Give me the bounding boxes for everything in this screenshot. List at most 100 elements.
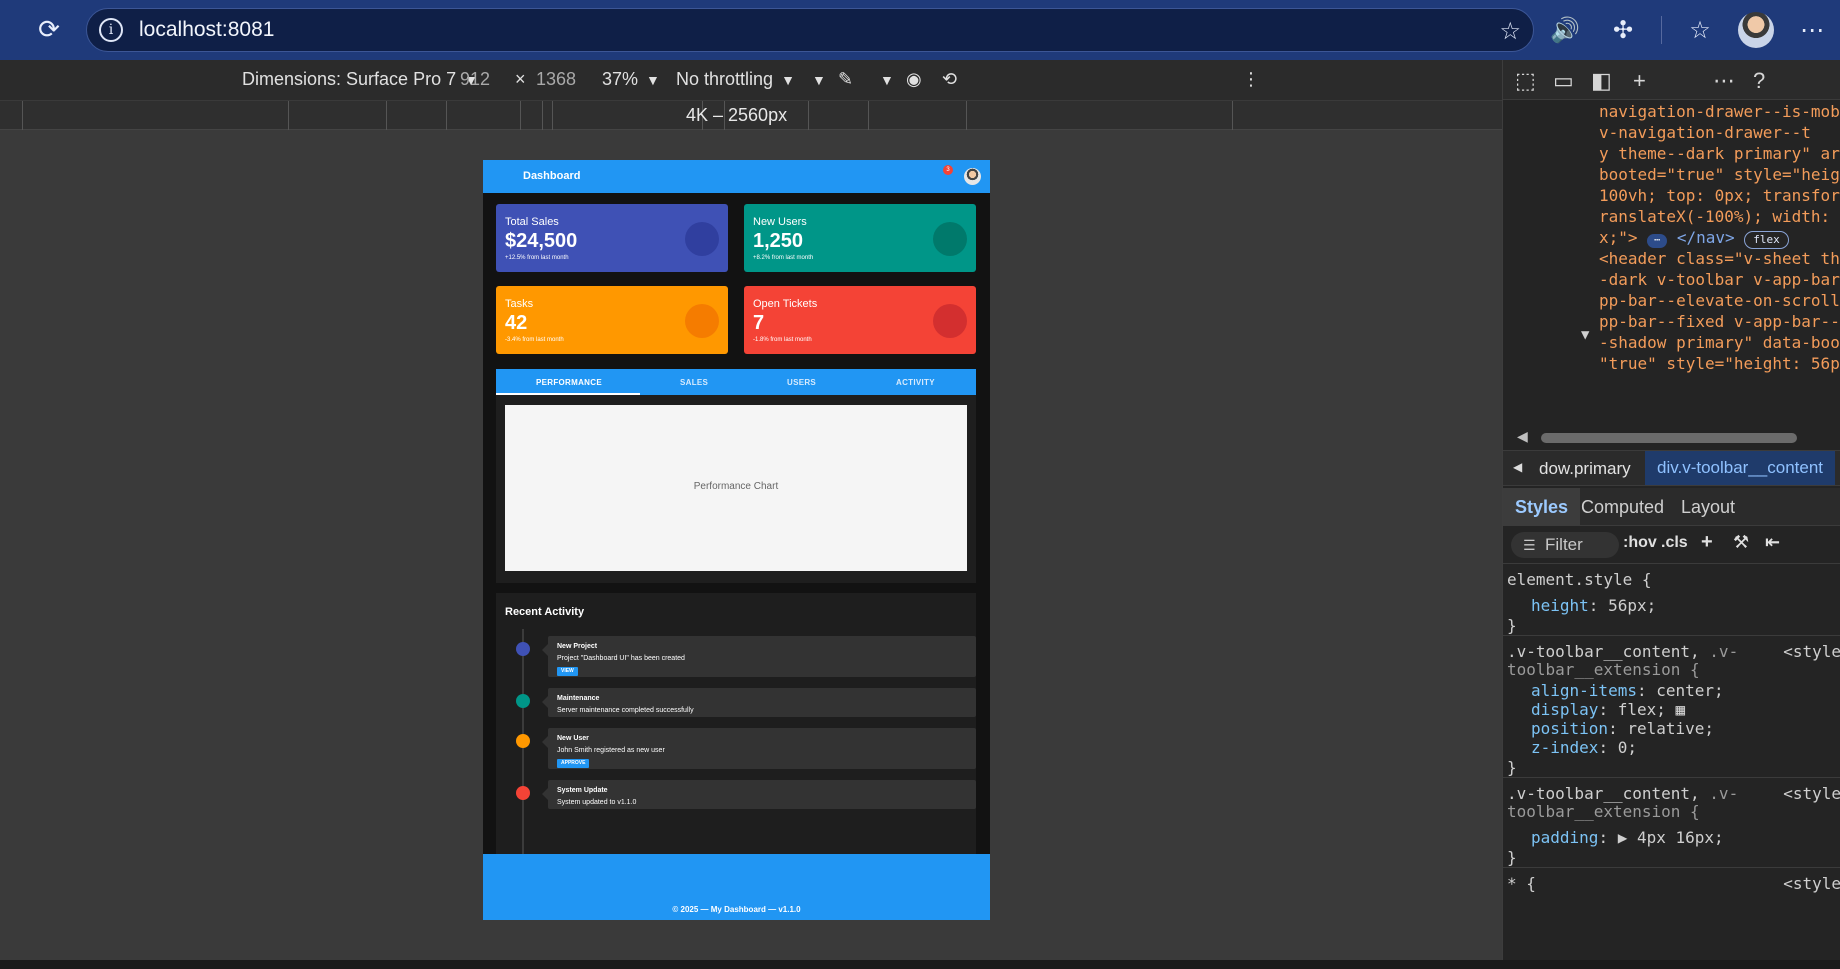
favorites-icon[interactable]: ☆ xyxy=(1680,16,1720,45)
collapsed-ellipsis-icon[interactable]: ⋯ xyxy=(1647,234,1668,248)
rule-selector[interactable]: * { xyxy=(1507,874,1536,893)
ruler-tick xyxy=(386,101,387,131)
device-width-input[interactable]: 912 xyxy=(460,69,490,90)
new-tab-plus-icon[interactable]: + xyxy=(1633,68,1646,94)
css-property[interactable]: z-index: 0; xyxy=(1531,738,1637,757)
profile-avatar[interactable] xyxy=(1738,12,1774,48)
ruler-tick xyxy=(966,101,967,131)
property-name: align-items xyxy=(1531,681,1637,700)
ruler-tick xyxy=(446,101,447,131)
device-toolbar-more-icon[interactable]: ⋮ xyxy=(1242,69,1260,90)
tab-sales[interactable]: SALES xyxy=(680,378,708,387)
more-device-options-chevron-icon[interactable]: ▼ xyxy=(812,72,826,88)
throttling-select[interactable]: No throttling xyxy=(676,69,795,90)
approve-button[interactable]: APPROVE xyxy=(557,759,590,768)
hover-state-toggle[interactable]: :hov xyxy=(1623,534,1657,552)
dom-line[interactable]: "true" style="height: 56p xyxy=(1599,352,1840,376)
reload-icon[interactable]: ⟳ xyxy=(34,14,64,44)
emulate-vision-icon[interactable]: ◉ xyxy=(906,69,922,90)
browser-actions: 🔊 ✣ ☆ ⋯ xyxy=(1545,12,1832,48)
breadcrumb-item[interactable]: dow.primary xyxy=(1539,459,1631,479)
eyedropper-icon[interactable]: ✎ xyxy=(838,69,853,90)
inspect-element-icon[interactable]: ⬚ xyxy=(1515,68,1536,94)
toggle-sidebar-icon[interactable]: ⇤ xyxy=(1765,532,1780,553)
rule-selector-cont[interactable]: toolbar__extension { xyxy=(1507,802,1700,821)
dock-side-icon[interactable]: ◧ xyxy=(1591,68,1612,94)
dom-tree[interactable]: navigation-drawer--is-mob v-navigation-d… xyxy=(1503,100,1840,430)
tab-computed[interactable]: Computed xyxy=(1569,488,1676,526)
stat-icon-circle xyxy=(685,222,719,256)
emulated-page: Dashboard 3 Total Sales $24,500 +12.5% f… xyxy=(483,160,990,920)
vision-options-chevron-icon[interactable]: ▼ xyxy=(880,72,894,88)
rotate-icon[interactable]: ⟲ xyxy=(942,69,957,90)
rule-source-link[interactable]: <style xyxy=(1783,874,1840,893)
activity-description: Server maintenance completed successfull… xyxy=(557,707,694,714)
stat-icon-circle xyxy=(933,304,967,338)
stat-card-new-users: New Users 1,250 +8.2% from last month xyxy=(744,204,976,272)
property-value: 4px 16px; xyxy=(1636,828,1724,847)
activity-title: New Project xyxy=(557,643,598,650)
user-avatar[interactable] xyxy=(964,168,981,185)
rule-universal: * { <style xyxy=(1503,868,1840,898)
paint-brush-icon[interactable]: ⚒ xyxy=(1733,532,1749,553)
new-rule-plus-icon[interactable]: + xyxy=(1701,531,1713,554)
devtools-more-icon[interactable]: ⋯ xyxy=(1713,68,1735,94)
rule-selector-cont[interactable]: toolbar__extension { xyxy=(1507,660,1700,679)
browser-toolbar: ⟳ i localhost:8081 ☆ 🔊 ✣ ☆ ⋯ xyxy=(0,0,1840,60)
breadcrumb-item-current[interactable]: div.v-toolbar__content xyxy=(1645,451,1836,485)
stat-value: 7 xyxy=(753,312,765,334)
taskbar-strip xyxy=(0,960,1840,969)
rule-source-link[interactable]: <style xyxy=(1783,642,1840,661)
property-name: height xyxy=(1531,596,1589,615)
ruler-breakpoint-label: 4K – 2560px xyxy=(686,105,788,125)
expand-triangle-icon[interactable]: ▼ xyxy=(1581,323,1589,347)
selector-text: .v-toolbar__content, xyxy=(1507,642,1700,661)
rule-selector[interactable]: .v-toolbar__content, .v- xyxy=(1507,784,1738,803)
zoom-select[interactable]: 37% xyxy=(602,69,660,90)
activity-item: New User John Smith registered as new us… xyxy=(542,728,976,769)
devtools-panel: ⬚ ▭ ◧ + ⋯ ? navigation-drawer--is-mob v-… xyxy=(1502,60,1840,969)
device-height-input[interactable]: 1368 xyxy=(536,69,576,90)
performance-chart-placeholder: Performance Chart xyxy=(505,405,967,571)
help-icon[interactable]: ? xyxy=(1753,68,1765,94)
device-toggle-icon[interactable]: ▭ xyxy=(1553,68,1574,94)
device-dimensions-select[interactable]: Dimensions: Surface Pro 7 xyxy=(242,69,478,90)
stat-change: +8.2% from last month xyxy=(753,255,814,261)
activity-title: System Update xyxy=(557,787,608,794)
tab-activity[interactable]: ACTIVITY xyxy=(896,378,935,387)
app-bar: Dashboard 3 xyxy=(483,160,990,193)
tab-layout[interactable]: Layout xyxy=(1669,488,1747,526)
css-property[interactable]: position: relative; xyxy=(1531,719,1714,738)
dom-horizontal-scrollbar[interactable] xyxy=(1541,433,1797,443)
expand-shorthand-icon[interactable]: ▶ xyxy=(1618,828,1628,847)
rule-selector[interactable]: .v-toolbar__content, .v- xyxy=(1507,642,1738,661)
view-button[interactable]: VIEW xyxy=(557,667,578,676)
rule-selector[interactable]: element.style { xyxy=(1507,570,1652,589)
dashboard-tabs: PERFORMANCE SALES USERS ACTIVITY xyxy=(496,369,976,395)
more-menu-icon[interactable]: ⋯ xyxy=(1792,16,1832,45)
extensions-icon[interactable]: ✣ xyxy=(1603,16,1643,45)
favorite-star-icon[interactable]: ☆ xyxy=(1499,17,1521,46)
css-property[interactable]: height: 56px; xyxy=(1531,596,1656,615)
media-query-ruler[interactable]: 4K – 2560px xyxy=(0,100,1502,131)
tab-performance[interactable]: PERFORMANCE xyxy=(536,378,602,387)
scroll-left-arrow-icon[interactable]: ◀ xyxy=(1517,428,1528,445)
styles-filter-input[interactable]: Filter xyxy=(1511,532,1619,558)
css-property[interactable]: align-items: center; xyxy=(1531,681,1724,700)
stat-label: Total Sales xyxy=(505,216,559,228)
tab-users[interactable]: USERS xyxy=(787,378,816,387)
timeline-dot xyxy=(516,786,530,800)
css-property[interactable]: display: flex; ▦ xyxy=(1531,700,1685,719)
property-name: z-index xyxy=(1531,738,1599,757)
url-text[interactable]: localhost:8081 xyxy=(139,18,274,42)
rule-source-link[interactable]: <style xyxy=(1783,784,1840,803)
notification-badge[interactable]: 3 xyxy=(943,165,953,175)
property-name: display xyxy=(1531,700,1599,719)
read-aloud-icon[interactable]: 🔊 xyxy=(1545,16,1585,45)
flex-editor-icon[interactable]: ▦ xyxy=(1676,700,1686,719)
breadcrumb-left-arrow-icon[interactable]: ◀ xyxy=(1513,460,1522,474)
site-info-icon[interactable]: i xyxy=(99,18,123,42)
class-toggle[interactable]: .cls xyxy=(1661,534,1688,552)
css-property[interactable]: padding: ▶ 4px 16px; xyxy=(1531,828,1724,847)
address-bar[interactable]: i localhost:8081 ☆ xyxy=(86,8,1534,52)
